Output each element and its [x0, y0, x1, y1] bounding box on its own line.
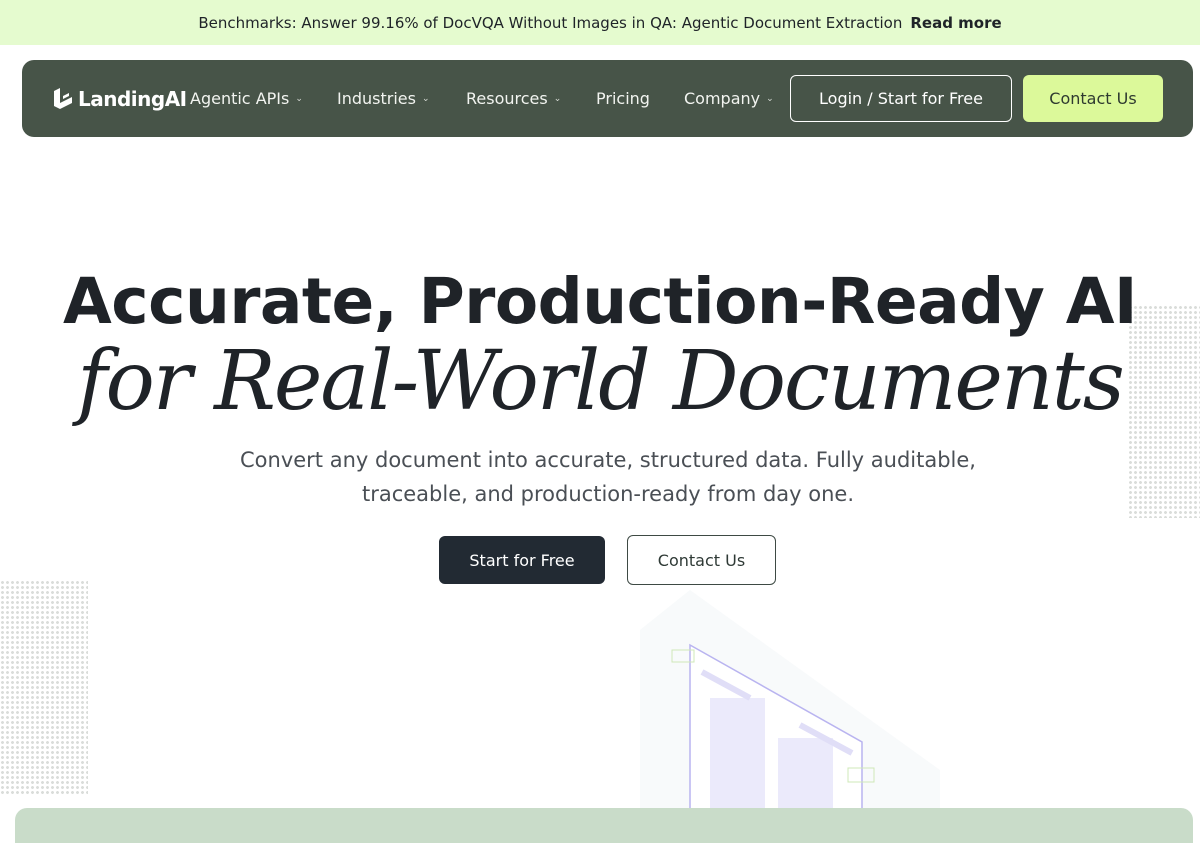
nav-agentic-apis[interactable]: Agentic APIs ⌄ — [190, 89, 303, 108]
nav-item-label: Pricing — [596, 89, 650, 108]
nav-pricing[interactable]: Pricing — [596, 89, 650, 108]
chevron-down-icon: ⌄ — [295, 93, 303, 104]
hero-title: Accurate, Production-Ready AI — [63, 265, 1137, 338]
nav-industries[interactable]: Industries ⌄ — [337, 89, 430, 108]
nav-contact-button[interactable]: Contact Us — [1023, 75, 1163, 122]
decorative-dot-pattern — [0, 580, 88, 795]
nav-resources[interactable]: Resources ⌄ — [466, 89, 561, 108]
bottom-feature-panel — [15, 808, 1193, 843]
contact-us-button[interactable]: Contact Us — [627, 535, 776, 585]
announcement-bar: Benchmarks: Answer 99.16% of DocVQA With… — [0, 0, 1200, 45]
nav-item-label: Company — [684, 89, 761, 108]
login-button[interactable]: Login / Start for Free — [790, 75, 1012, 122]
chevron-down-icon: ⌄ — [553, 93, 562, 104]
nav-item-label: Resources — [466, 89, 548, 108]
logo-text: LandingAI — [78, 86, 187, 111]
start-for-free-button[interactable]: Start for Free — [439, 536, 605, 584]
chevron-down-icon: ⌄ — [766, 93, 774, 104]
nav-item-label: Agentic APIs — [190, 89, 290, 108]
logo[interactable]: LandingAI — [52, 87, 187, 111]
chevron-down-icon: ⌄ — [421, 93, 430, 104]
hero-subtitle: for Real-World Documents — [77, 334, 1125, 429]
read-more-link[interactable]: Read more — [910, 14, 1001, 32]
nav-company[interactable]: Company ⌄ — [684, 89, 774, 108]
document-illustration — [640, 590, 940, 843]
nav-item-label: Industries — [337, 89, 416, 108]
hero-description: Convert any document into accurate, stru… — [240, 448, 976, 506]
stacked-blocks-logo-icon — [54, 87, 72, 109]
main-navigation: LandingAI Agentic APIs ⌄ Industries ⌄ Re… — [22, 60, 1193, 137]
announcement-text: Benchmarks: Answer 99.16% of DocVQA With… — [198, 13, 903, 32]
